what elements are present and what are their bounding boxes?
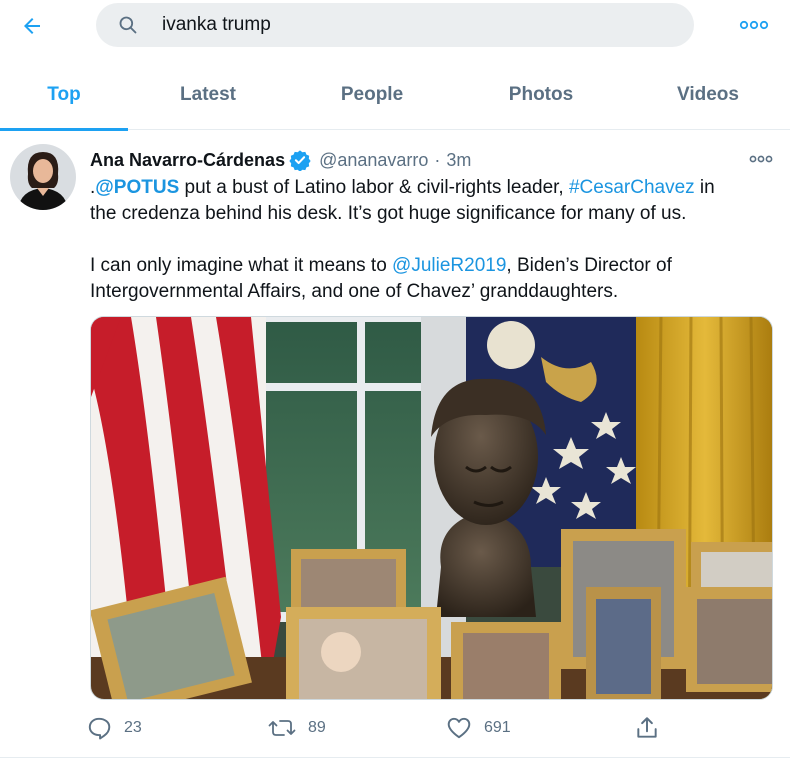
heart-icon xyxy=(447,717,471,739)
tweet-actions: 23 89 691 xyxy=(86,711,686,745)
timestamp[interactable]: 3m xyxy=(446,150,471,171)
search-tabs: Top Latest People Photos Videos xyxy=(0,60,790,131)
tab-label: People xyxy=(340,84,404,105)
retweet-count: 89 xyxy=(308,719,326,736)
tab-top[interactable]: Top xyxy=(0,60,128,131)
tab-latest[interactable]: Latest xyxy=(128,60,288,130)
tweet-header: Ana Navarro-Cárdenas @ananavarro · 3m xyxy=(90,147,471,173)
search-box[interactable] xyxy=(96,3,694,47)
like-button[interactable]: 691 xyxy=(446,711,511,745)
tab-videos[interactable]: Videos xyxy=(626,60,790,130)
tweet-more-button[interactable] xyxy=(744,147,778,171)
avatar[interactable] xyxy=(10,144,76,210)
search-header xyxy=(0,0,790,52)
text-segment: I can only imagine what it means to xyxy=(90,255,393,276)
reply-icon xyxy=(88,717,111,740)
reply-count: 23 xyxy=(124,719,142,736)
more-horizontal-icon xyxy=(739,20,769,30)
text-segment: put a bust of Latino labor & civil-right… xyxy=(179,177,569,198)
search-icon xyxy=(118,15,138,35)
more-horizontal-icon xyxy=(749,155,773,163)
tab-photos[interactable]: Photos xyxy=(456,60,626,130)
reply-button[interactable]: 23 xyxy=(86,711,142,745)
divider xyxy=(0,757,790,758)
search-input[interactable] xyxy=(162,14,642,36)
mention-link[interactable]: @JulieR2019 xyxy=(392,255,506,276)
tab-label: Videos xyxy=(677,84,739,105)
tweet-line: Intergovernmental Affairs, and one of Ch… xyxy=(90,281,619,302)
text-segment: , Biden’s Director of xyxy=(506,255,672,276)
mention-link[interactable]: @POTUS xyxy=(95,177,179,198)
share-icon xyxy=(637,717,657,738)
tweet[interactable]: Ana Navarro-Cárdenas @ananavarro · 3m .@… xyxy=(0,131,790,760)
tweet-photo[interactable] xyxy=(90,316,773,700)
retweet-icon xyxy=(268,720,296,736)
arrow-left-icon xyxy=(24,18,40,34)
tab-label: Latest xyxy=(180,84,236,105)
tab-people[interactable]: People xyxy=(288,60,456,130)
tweet-text: .@POTUS put a bust of Latino labor & civ… xyxy=(90,175,780,305)
more-options-button[interactable] xyxy=(734,10,774,40)
like-count: 691 xyxy=(484,719,511,736)
tweet-line: the credenza behind his desk. It’s got h… xyxy=(90,203,687,224)
back-button[interactable] xyxy=(14,8,50,44)
user-handle[interactable]: @ananavarro xyxy=(319,150,428,171)
share-button[interactable] xyxy=(634,711,660,745)
tweet-line: .@POTUS put a bust of Latino labor & civ… xyxy=(90,175,780,201)
separator: · xyxy=(434,149,441,170)
tab-label: Photos xyxy=(508,84,574,105)
tweet-line: I can only imagine what it means to @Jul… xyxy=(90,253,780,279)
text-segment: in xyxy=(694,177,715,198)
tab-label: Top xyxy=(47,84,81,105)
display-name[interactable]: Ana Navarro-Cárdenas xyxy=(90,150,285,171)
retweet-button[interactable]: 89 xyxy=(268,711,326,745)
verified-badge-icon xyxy=(289,149,311,171)
hashtag-link[interactable]: #CesarChavez xyxy=(569,177,695,198)
